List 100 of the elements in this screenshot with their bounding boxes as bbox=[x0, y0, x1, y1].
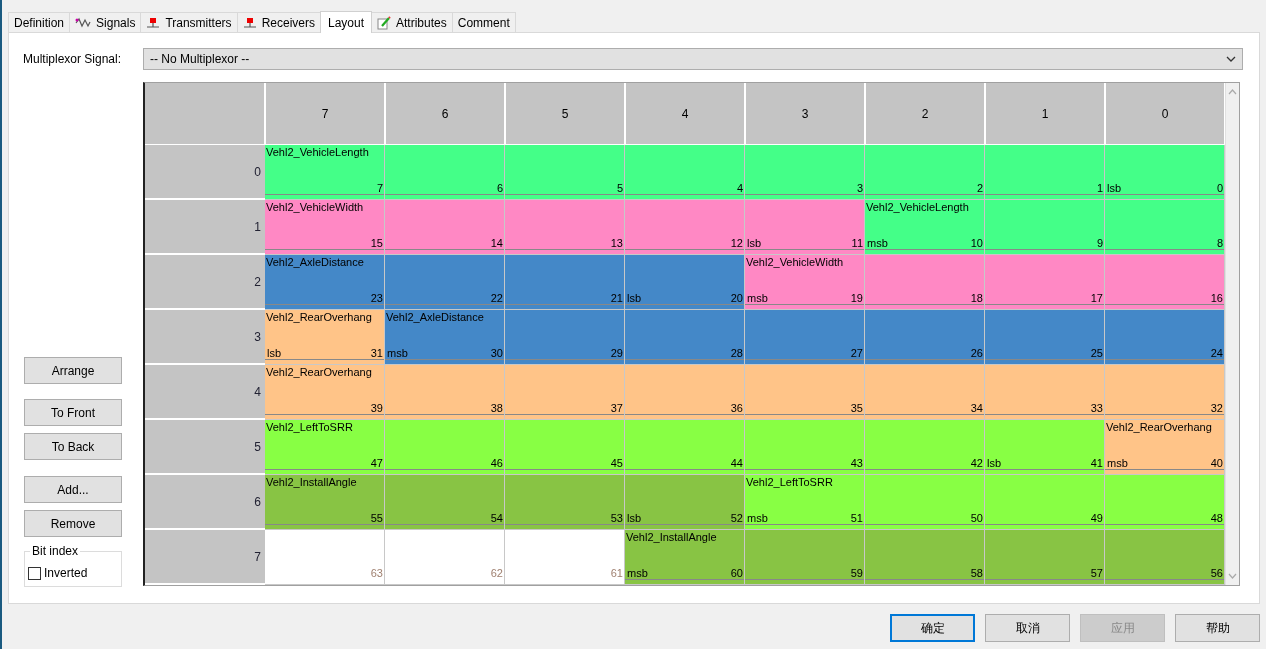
scroll-up-icon[interactable] bbox=[1228, 89, 1237, 95]
bit-cell[interactable]: 59 bbox=[745, 530, 865, 585]
signal-name: Vehl2_AxleDistance bbox=[386, 311, 484, 323]
bit-cell[interactable]: 28 bbox=[625, 310, 745, 365]
signal-name: Vehl2_InstallAngle bbox=[626, 531, 717, 543]
bit-number: 62 bbox=[490, 567, 503, 579]
bit-cell[interactable]: 54 bbox=[385, 475, 505, 530]
bit-cell[interactable]: 58 bbox=[865, 530, 985, 585]
bit-cell[interactable]: 27 bbox=[745, 310, 865, 365]
tab[interactable]: Attributes bbox=[371, 12, 453, 32]
bit-cell[interactable]: 17 bbox=[985, 255, 1105, 310]
bit-cell[interactable]: 29 bbox=[505, 310, 625, 365]
dialog-button[interactable]: 确定 bbox=[890, 614, 975, 642]
scroll-down-icon[interactable] bbox=[1228, 573, 1237, 579]
tab[interactable]: Comment bbox=[451, 12, 516, 32]
inverted-checkbox[interactable]: Inverted bbox=[28, 566, 88, 580]
bit-cell[interactable]: lsb 41 bbox=[985, 420, 1105, 475]
bit-cell[interactable]: 16 bbox=[1105, 255, 1225, 310]
tab[interactable]: Signals bbox=[69, 12, 142, 32]
bit-number: 1 bbox=[1096, 182, 1103, 194]
bit-cell[interactable]: lsb 11 bbox=[745, 200, 865, 255]
bit-cell[interactable]: 36 bbox=[625, 365, 745, 420]
bit-cell[interactable]: Vehl2_AxleDistance 23 bbox=[265, 255, 385, 310]
bit-cell[interactable]: 46 bbox=[385, 420, 505, 475]
bit-number: 33 bbox=[1090, 402, 1103, 414]
bit-cell[interactable]: 9 bbox=[985, 200, 1105, 255]
bit-cell[interactable]: 18 bbox=[865, 255, 985, 310]
bit-number: 58 bbox=[970, 567, 983, 579]
bit-cell[interactable]: 24 bbox=[1105, 310, 1225, 365]
bit-cell[interactable]: 50 bbox=[865, 475, 985, 530]
bit-cell[interactable]: 13 bbox=[505, 200, 625, 255]
bit-cell[interactable]: lsb 20 bbox=[625, 255, 745, 310]
bit-cell[interactable]: 5 bbox=[505, 145, 625, 200]
dialog-button[interactable]: 帮助 bbox=[1175, 614, 1260, 642]
bit-cell[interactable]: Vehl2_InstallAngle msb 60 bbox=[625, 530, 745, 585]
bit-number: 11 bbox=[851, 237, 863, 249]
bit-cell[interactable]: 62 bbox=[385, 530, 505, 585]
bit-number: 15 bbox=[370, 237, 383, 249]
tab[interactable]: Definition bbox=[8, 12, 71, 32]
bit-cell[interactable]: 45 bbox=[505, 420, 625, 475]
bit-cell[interactable]: Vehl2_AxleDistance msb 30 bbox=[385, 310, 505, 365]
bit-cell[interactable]: 32 bbox=[1105, 365, 1225, 420]
bit-cell[interactable]: 12 bbox=[625, 200, 745, 255]
bit-cell[interactable]: 25 bbox=[985, 310, 1105, 365]
bit-cell[interactable]: Vehl2_VehicleLength msb 10 bbox=[865, 200, 985, 255]
bit-cell[interactable]: 49 bbox=[985, 475, 1105, 530]
signal-name: Vehl2_RearOverhang bbox=[266, 366, 372, 378]
bit-cell[interactable]: Vehl2_InstallAngle 55 bbox=[265, 475, 385, 530]
bit-cell[interactable]: 57 bbox=[985, 530, 1105, 585]
bit-cell[interactable]: Vehl2_LeftToSRR msb 51 bbox=[745, 475, 865, 530]
bit-cell[interactable]: 14 bbox=[385, 200, 505, 255]
bit-cell[interactable]: 56 bbox=[1105, 530, 1225, 585]
checkbox[interactable] bbox=[28, 566, 41, 580]
tab[interactable]: Layout bbox=[320, 11, 372, 33]
bit-cell[interactable]: 8 bbox=[1105, 200, 1225, 255]
bit-cell[interactable]: 22 bbox=[385, 255, 505, 310]
bit-tag: lsb bbox=[627, 512, 642, 524]
side-button[interactable]: To Back bbox=[24, 433, 122, 460]
bit-cell[interactable]: Vehl2_LeftToSRR 47 bbox=[265, 420, 385, 475]
bit-cell[interactable]: 3 bbox=[745, 145, 865, 200]
bit-cell[interactable]: 61 bbox=[505, 530, 625, 585]
bit-cell[interactable]: 1 bbox=[985, 145, 1105, 200]
side-button[interactable]: To Front bbox=[24, 399, 122, 426]
bit-cell[interactable]: Vehl2_RearOverhang lsb 31 bbox=[265, 310, 385, 365]
bit-cell[interactable]: 21 bbox=[505, 255, 625, 310]
bit-cell[interactable]: 42 bbox=[865, 420, 985, 475]
bit-cell[interactable]: 34 bbox=[865, 365, 985, 420]
bit-cell[interactable]: 6 bbox=[385, 145, 505, 200]
side-button[interactable]: Add... bbox=[24, 476, 122, 503]
bit-number: 16 bbox=[1210, 292, 1223, 304]
side-button[interactable]: Arrange bbox=[24, 357, 122, 384]
bit-cell[interactable]: Vehl2_RearOverhang 39 bbox=[265, 365, 385, 420]
bit-cell[interactable]: 33 bbox=[985, 365, 1105, 420]
bit-number: 53 bbox=[610, 512, 623, 524]
bit-cell[interactable]: 63 bbox=[265, 530, 385, 585]
bit-cell[interactable]: Vehl2_VehicleLength 7 bbox=[265, 145, 385, 200]
bit-number: 59 bbox=[850, 567, 863, 579]
bit-cell[interactable]: 35 bbox=[745, 365, 865, 420]
dialog-button[interactable]: 取消 bbox=[985, 614, 1070, 642]
column-header: 7 bbox=[265, 83, 385, 145]
scrollbar[interactable] bbox=[1225, 83, 1239, 585]
side-button[interactable]: Remove bbox=[24, 510, 122, 537]
multiplexor-dropdown[interactable]: -- No Multiplexor -- bbox=[143, 48, 1243, 70]
bit-cell[interactable]: 53 bbox=[505, 475, 625, 530]
bit-cell[interactable]: 2 bbox=[865, 145, 985, 200]
bit-number: 36 bbox=[730, 402, 743, 414]
column-header: 3 bbox=[745, 83, 865, 145]
bit-cell[interactable]: 38 bbox=[385, 365, 505, 420]
bit-cell[interactable]: 26 bbox=[865, 310, 985, 365]
group-title: Bit index bbox=[30, 544, 81, 558]
bit-cell[interactable]: 48 bbox=[1105, 475, 1225, 530]
bit-cell[interactable]: 43 bbox=[745, 420, 865, 475]
bit-cell[interactable]: Vehl2_VehicleWidth 15 bbox=[265, 200, 385, 255]
bit-cell[interactable]: 44 bbox=[625, 420, 745, 475]
bit-cell[interactable]: lsb 52 bbox=[625, 475, 745, 530]
bit-cell[interactable]: Vehl2_RearOverhang msb 40 bbox=[1105, 420, 1225, 475]
bit-cell[interactable]: Vehl2_VehicleWidth msb 19 bbox=[745, 255, 865, 310]
bit-cell[interactable]: 4 bbox=[625, 145, 745, 200]
bit-cell[interactable]: lsb 0 bbox=[1105, 145, 1225, 200]
bit-cell[interactable]: 37 bbox=[505, 365, 625, 420]
